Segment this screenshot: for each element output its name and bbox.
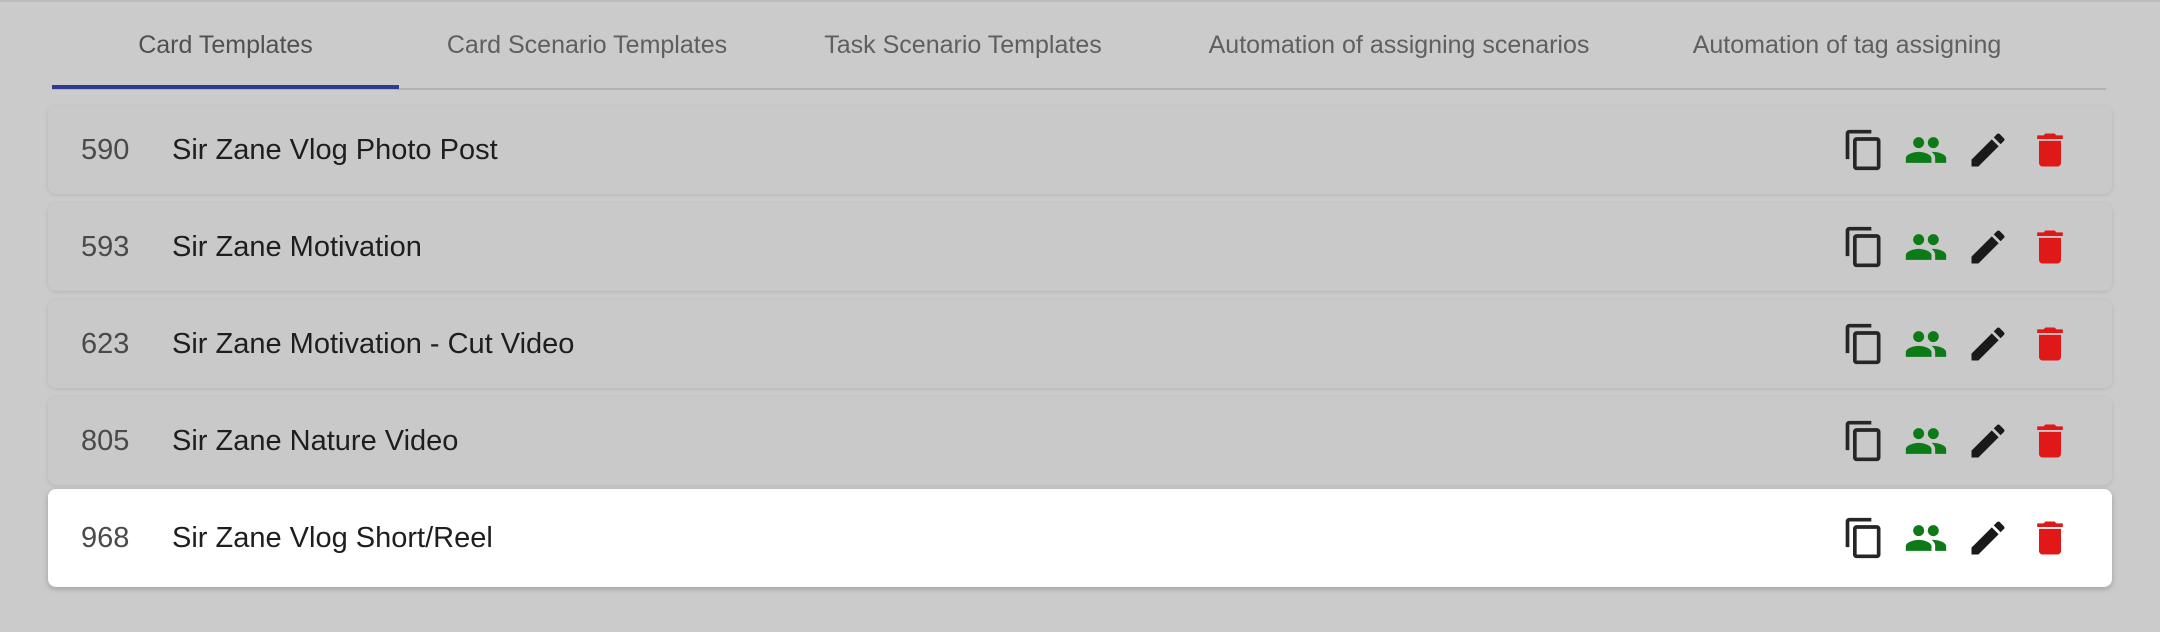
edit-icon[interactable]: [1966, 419, 2010, 463]
edit-icon[interactable]: [1966, 322, 2010, 366]
row-actions: [1824, 489, 2072, 587]
row-actions: [1824, 397, 2072, 485]
tab-bar: Card Templates Card Scenario Templates T…: [52, 0, 2106, 90]
list-item[interactable]: 593 Sir Zane Motivation: [48, 203, 2112, 291]
tab-automation-assigning-scenarios[interactable]: Automation of assigning scenarios: [1151, 0, 1647, 90]
row-name: Sir Zane Vlog Short/Reel: [172, 521, 493, 554]
list-item-selected[interactable]: 968 Sir Zane Vlog Short/Reel: [48, 489, 2112, 587]
delete-icon[interactable]: [2028, 128, 2072, 172]
delete-icon[interactable]: [2028, 322, 2072, 366]
edit-icon[interactable]: [1966, 225, 2010, 269]
tab-automation-tag-assigning[interactable]: Automation of tag assigning: [1647, 0, 2047, 90]
delete-icon[interactable]: [2028, 225, 2072, 269]
row-name: Sir Zane Motivation - Cut Video: [172, 327, 575, 360]
group-icon[interactable]: [1904, 225, 1948, 269]
row-name: Sir Zane Nature Video: [172, 424, 459, 457]
group-icon[interactable]: [1904, 322, 1948, 366]
edit-icon[interactable]: [1966, 516, 2010, 560]
list-item[interactable]: 623 Sir Zane Motivation - Cut Video: [48, 300, 2112, 388]
tab-card-scenario-templates[interactable]: Card Scenario Templates: [399, 0, 775, 90]
tab-task-scenario-templates[interactable]: Task Scenario Templates: [775, 0, 1151, 90]
copy-icon[interactable]: [1842, 419, 1886, 463]
copy-icon[interactable]: [1842, 225, 1886, 269]
active-tab-indicator: [52, 85, 399, 89]
delete-icon[interactable]: [2028, 516, 2072, 560]
group-icon[interactable]: [1904, 128, 1948, 172]
copy-icon[interactable]: [1842, 128, 1886, 172]
copy-icon[interactable]: [1842, 322, 1886, 366]
delete-icon[interactable]: [2028, 419, 2072, 463]
list-item[interactable]: 805 Sir Zane Nature Video: [48, 397, 2112, 485]
row-id: 623: [81, 327, 130, 360]
group-icon[interactable]: [1904, 419, 1948, 463]
row-actions: [1824, 106, 2072, 194]
list-item[interactable]: 590 Sir Zane Vlog Photo Post: [48, 106, 2112, 194]
row-name: Sir Zane Motivation: [172, 230, 422, 263]
row-name: Sir Zane Vlog Photo Post: [172, 133, 498, 166]
row-id: 968: [81, 521, 130, 554]
row-id: 805: [81, 424, 130, 457]
copy-icon[interactable]: [1842, 516, 1886, 560]
row-id: 590: [81, 133, 130, 166]
row-actions: [1824, 203, 2072, 291]
row-id: 593: [81, 230, 130, 263]
tab-card-templates[interactable]: Card Templates: [52, 0, 399, 90]
group-icon[interactable]: [1904, 516, 1948, 560]
row-actions: [1824, 300, 2072, 388]
edit-icon[interactable]: [1966, 128, 2010, 172]
